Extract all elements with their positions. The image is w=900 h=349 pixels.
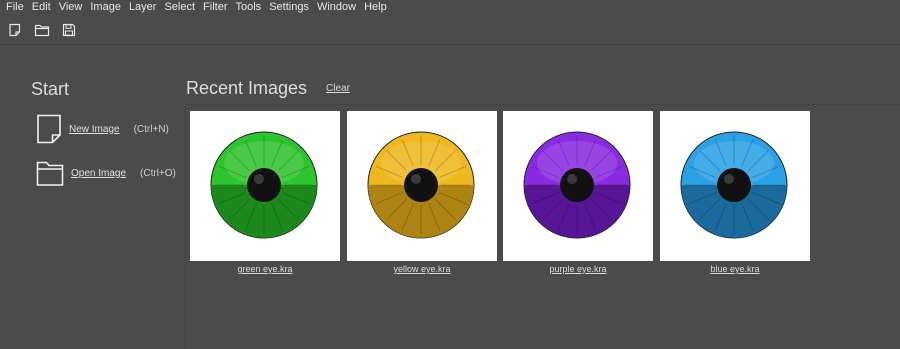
recent-divider <box>186 104 900 105</box>
menu-select[interactable]: Select <box>160 0 199 15</box>
open-image-link[interactable]: Open Image <box>71 168 126 179</box>
recent-image-thumbnail[interactable] <box>660 111 810 261</box>
recent-image-thumbnail[interactable] <box>190 111 340 261</box>
eye-preview-image <box>210 131 318 239</box>
menu-settings[interactable]: Settings <box>265 0 313 15</box>
menu-window[interactable]: Window <box>313 0 360 15</box>
menu-image[interactable]: Image <box>86 0 125 15</box>
toolbar-divider <box>0 44 900 45</box>
eye-preview-image <box>523 131 631 239</box>
save-icon <box>62 23 76 36</box>
menu-view[interactable]: View <box>55 0 87 15</box>
menu-filter[interactable]: Filter <box>199 0 231 15</box>
new-image-action[interactable]: New Image (Ctrl+N) <box>36 114 169 144</box>
menu-help[interactable]: Help <box>360 0 391 15</box>
menu-tools[interactable]: Tools <box>232 0 266 15</box>
recent-image-name[interactable]: blue eye.kra <box>660 264 810 274</box>
recent-images-heading: Recent Images <box>186 78 308 98</box>
open-folder-icon <box>34 24 50 36</box>
eye-preview-image <box>680 131 788 239</box>
section-divider <box>185 106 186 349</box>
start-heading: Start <box>31 79 70 99</box>
new-document-icon <box>9 23 21 36</box>
menu-bar: File Edit View Image Layer Select Filter… <box>0 0 900 15</box>
menu-edit[interactable]: Edit <box>28 0 55 15</box>
open-folder-button[interactable] <box>30 18 54 42</box>
new-document-button[interactable] <box>3 18 27 42</box>
new-document-icon <box>37 114 61 144</box>
new-image-link[interactable]: New Image <box>69 124 120 135</box>
open-image-shortcut: (Ctrl+O) <box>140 167 176 179</box>
eye-preview-image <box>367 131 475 239</box>
clear-recent-link[interactable]: Clear <box>326 83 350 94</box>
recent-image-name[interactable]: yellow eye.kra <box>347 264 497 274</box>
menu-file[interactable]: File <box>0 0 28 15</box>
new-image-shortcut: (Ctrl+N) <box>133 123 169 135</box>
toolbar <box>0 17 900 42</box>
recent-image-name[interactable]: purple eye.kra <box>503 264 653 274</box>
save-button[interactable] <box>57 18 81 42</box>
open-folder-icon <box>36 161 64 186</box>
menu-layer[interactable]: Layer <box>125 0 161 15</box>
recent-image-name[interactable]: green eye.kra <box>190 264 340 274</box>
recent-image-thumbnail[interactable] <box>347 111 497 261</box>
open-image-action[interactable]: Open Image (Ctrl+O) <box>36 159 176 187</box>
recent-image-thumbnail[interactable] <box>503 111 653 261</box>
